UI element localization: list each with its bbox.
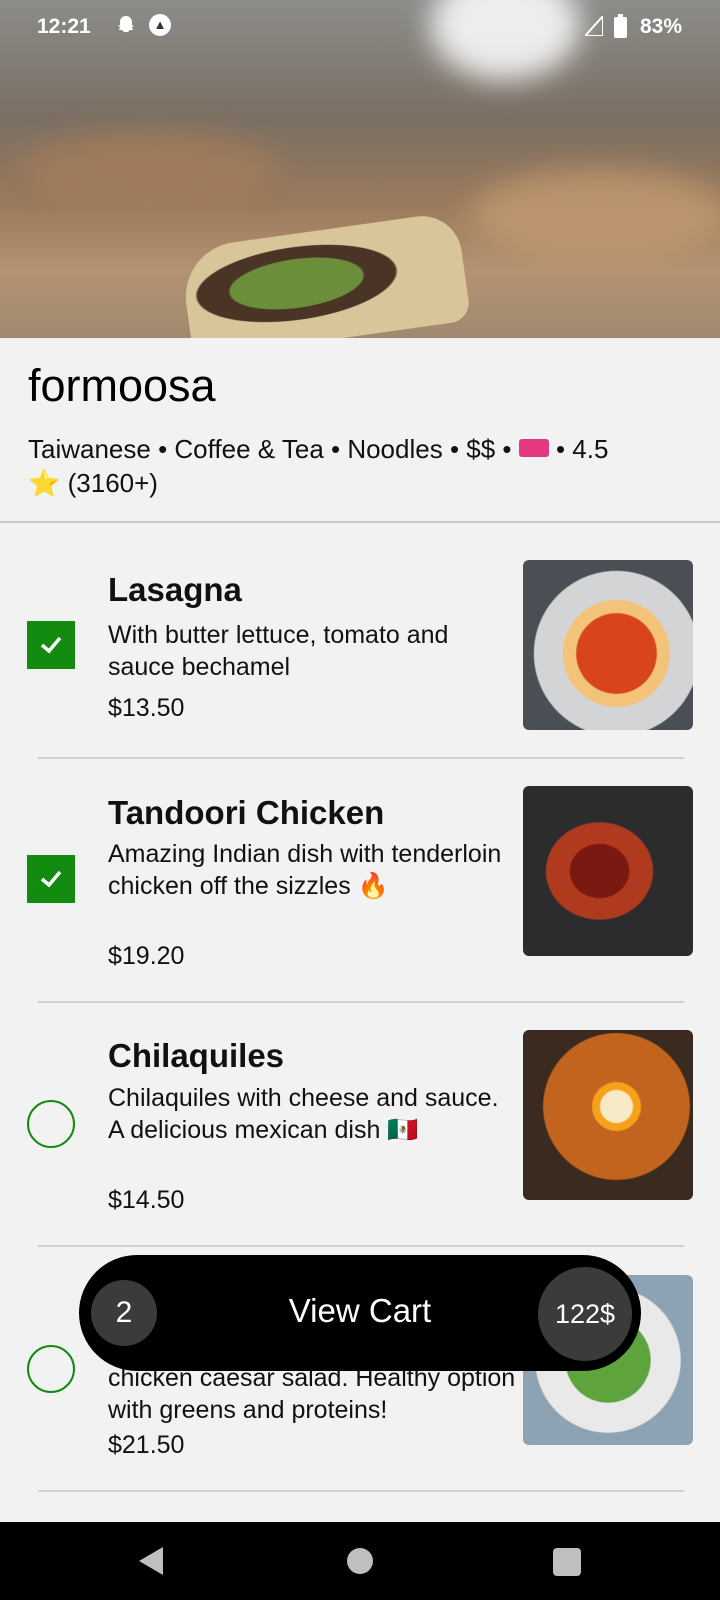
battery-percent: 83% <box>640 15 683 38</box>
snapchat-ghost-icon <box>118 16 134 32</box>
tandoori-chicken-image <box>523 786 693 956</box>
row-divider <box>38 1490 684 1492</box>
navigation-icon: ▲ <box>149 14 171 36</box>
item-description: With butter lettuce, tomato and sauce be… <box>108 621 449 681</box>
cart-total-badge: 122$ <box>538 1267 632 1361</box>
view-cart-button[interactable]: 2 View Cart 122$ <box>79 1255 641 1371</box>
item-price: $21.50 <box>108 1431 185 1459</box>
item-name: Chilaquiles <box>108 1037 285 1074</box>
item-checkbox-checked[interactable] <box>27 855 75 903</box>
item-checkbox-checked[interactable] <box>27 621 75 669</box>
hero-table-blur <box>20 130 280 210</box>
hero-food-wrap <box>178 211 472 338</box>
chilaquiles-image <box>523 1030 693 1200</box>
restaurant-rating: • 4.5 <box>555 434 609 464</box>
hero-image: 12:21 ▲ 83% <box>0 0 720 338</box>
row-divider <box>38 757 684 759</box>
restaurant-header: formoosa Taiwanese • Coffee & Tea • Nood… <box>0 338 720 522</box>
row-divider <box>38 1001 684 1003</box>
restaurant-categories: Taiwanese • Coffee & Tea • Noodles • $$ … <box>28 434 512 464</box>
check-icon <box>40 636 62 654</box>
restaurant-name: formoosa <box>28 360 216 411</box>
item-name: Tandoori Chicken <box>108 794 385 831</box>
back-icon[interactable] <box>137 1545 165 1577</box>
home-icon[interactable] <box>347 1548 373 1574</box>
navigation-bar <box>0 1522 720 1600</box>
item-description: Chilaquiles with cheese and sauce. A del… <box>108 1084 499 1144</box>
header-divider <box>0 521 720 523</box>
item-description: Amazing Indian dish with tenderloin chic… <box>108 840 502 900</box>
restaurant-reviews: (3160+) <box>67 468 158 498</box>
status-bar: 12:21 ▲ 83% <box>0 0 720 56</box>
item-price: $19.20 <box>108 942 185 970</box>
item-checkbox-unchecked[interactable] <box>27 1345 75 1393</box>
battery-icon <box>614 14 627 38</box>
item-name: Lasagna <box>108 571 242 608</box>
recents-icon[interactable] <box>553 1548 581 1576</box>
hero-counter-blur <box>470 170 720 260</box>
status-time: 12:21 <box>37 15 91 38</box>
restaurant-meta: Taiwanese • Coffee & Tea • Noodles • $$ … <box>28 432 698 500</box>
ticket-icon <box>518 439 549 458</box>
check-icon <box>40 870 62 888</box>
signal-icon <box>585 16 603 36</box>
star-icon: ⭐ <box>28 468 61 498</box>
item-description: chicken caesar salad. Healthy option wit… <box>108 1364 516 1424</box>
item-price: $14.50 <box>108 1186 185 1214</box>
row-divider <box>38 1245 684 1247</box>
lasagna-image <box>523 560 693 730</box>
item-checkbox-unchecked[interactable] <box>27 1100 75 1148</box>
item-price: $13.50 <box>108 694 185 722</box>
